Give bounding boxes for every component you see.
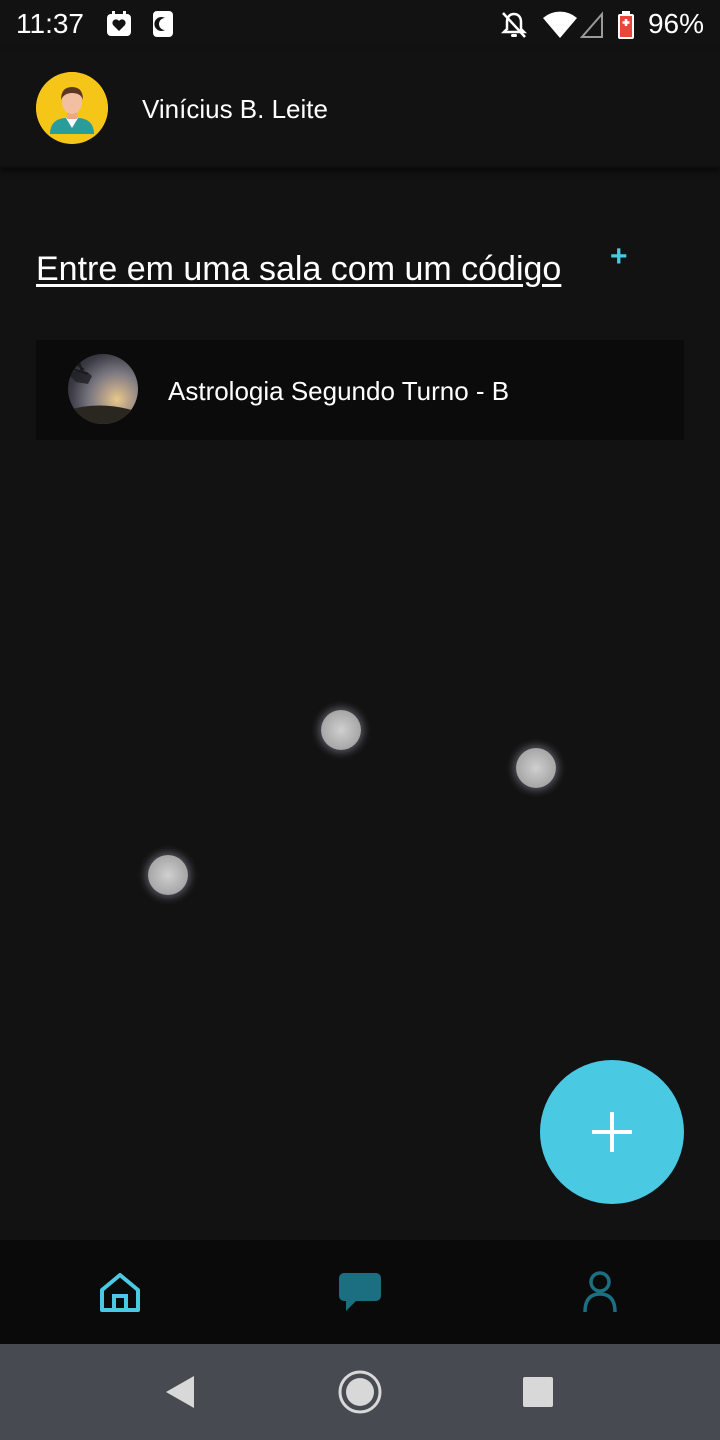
plus-icon — [592, 1112, 632, 1152]
wifi-icon — [542, 10, 578, 40]
room-card[interactable]: Astrologia Segundo Turno - B — [36, 340, 684, 440]
chat-icon — [339, 1273, 381, 1311]
recents-icon — [523, 1377, 553, 1407]
nav-home[interactable] — [0, 1240, 240, 1344]
add-room-fab[interactable] — [540, 1060, 684, 1204]
loading-dot — [321, 710, 361, 750]
signal-icon — [579, 10, 604, 40]
recents-button[interactable] — [514, 1368, 562, 1416]
notifications-off-icon — [500, 10, 528, 40]
loading-dot — [516, 748, 556, 788]
nav-chat[interactable] — [240, 1240, 480, 1344]
status-time: 11:37 — [16, 8, 84, 39]
home-icon — [100, 1273, 140, 1312]
nav-profile[interactable] — [480, 1240, 720, 1344]
person-icon — [583, 1271, 617, 1313]
home-system-button[interactable] — [336, 1368, 384, 1416]
system-nav-bar — [0, 1344, 720, 1440]
avatar[interactable] — [36, 72, 108, 144]
status-bar: 11:37 96% — [0, 0, 720, 50]
bottom-nav — [0, 1240, 720, 1344]
home-circle-icon — [338, 1370, 382, 1414]
battery-percent: 96% — [647, 8, 704, 39]
back-button[interactable] — [156, 1368, 204, 1416]
battery-charging-icon — [616, 10, 636, 40]
app-header: Vinícius B. Leite — [0, 50, 720, 168]
loading-dot — [148, 855, 188, 895]
room-name: Astrologia Segundo Turno - B — [168, 376, 510, 406]
heart-calendar-icon — [106, 10, 132, 38]
back-icon — [166, 1376, 194, 1408]
join-plus-icon[interactable]: + — [610, 240, 628, 274]
user-name: Vinícius B. Leite — [142, 94, 328, 124]
join-room-link[interactable]: Entre em uma sala com um código — [36, 250, 561, 289]
moon-icon — [152, 10, 178, 38]
room-thumbnail — [68, 354, 138, 424]
